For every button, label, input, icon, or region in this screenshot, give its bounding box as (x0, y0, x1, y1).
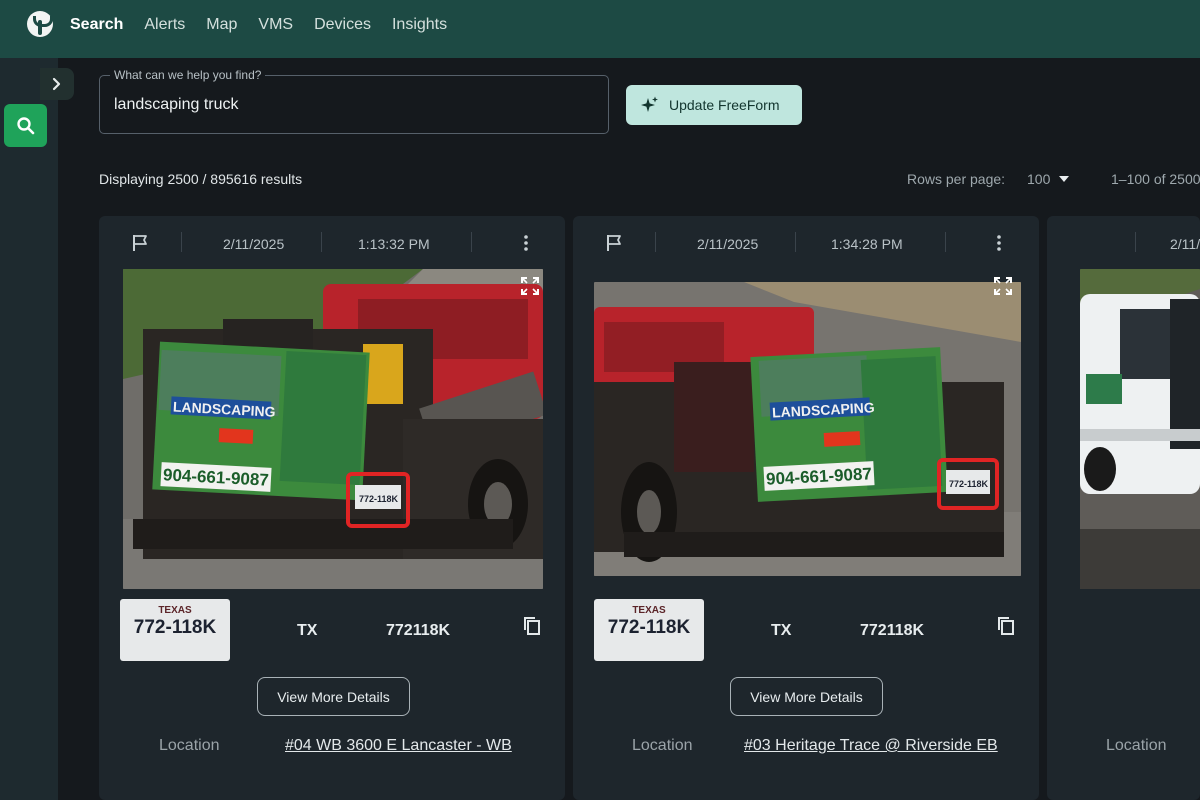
update-freeform-button[interactable]: Update FreeForm (626, 85, 802, 125)
sparkle-icon (641, 96, 658, 112)
vehicle-photo[interactable]: LANDSCAPING 904-661-9087 772-118K (123, 269, 543, 589)
sidebar-search-button[interactable] (4, 104, 47, 147)
chevron-right-icon (52, 77, 61, 91)
location-label: Location (159, 737, 220, 754)
nav-insights[interactable]: Insights (392, 16, 447, 34)
logo-icon[interactable] (27, 11, 53, 37)
fullscreen-icon[interactable] (520, 276, 540, 296)
plate-crop-image[interactable]: TEXAS 772-118K (594, 599, 704, 661)
flag-icon[interactable] (604, 234, 624, 252)
fullscreen-icon[interactable] (993, 276, 1013, 296)
search-icon (16, 116, 34, 134)
card-date: 2/11/ (1170, 236, 1200, 252)
view-more-details-button[interactable]: View More Details (730, 677, 883, 716)
vehicle-photo[interactable] (1080, 269, 1200, 589)
plate-state: TX (297, 622, 318, 639)
svg-text:772-118K: 772-118K (359, 494, 399, 504)
update-freeform-label: Update FreeForm (669, 97, 780, 113)
rows-per-page-value: 100 (1027, 171, 1051, 187)
kebab-menu-icon[interactable] (994, 234, 1004, 252)
left-sidebar (0, 58, 58, 800)
result-card: 2/11/ Location (1047, 216, 1200, 800)
plate-crop-image[interactable]: TEXAS 772-118K (120, 599, 230, 661)
result-card: 2/11/2025 1:34:28 PM LANDSCAPING 904-661… (573, 216, 1039, 800)
results-summary: Displaying 2500 / 895616 results (99, 171, 303, 187)
location-label: Location (632, 737, 693, 754)
pagination-range: 1–100 of 2500 (1111, 171, 1200, 187)
nav-search[interactable]: Search (70, 16, 123, 34)
nav-vms[interactable]: VMS (258, 16, 293, 34)
card-date: 2/11/2025 (697, 236, 759, 252)
nav-alerts[interactable]: Alerts (144, 16, 185, 34)
result-card: 2/11/2025 1:13:32 PM LANDSCAPING 904-661… (99, 216, 565, 800)
card-header: 2/11/2025 1:34:28 PM (573, 216, 1039, 268)
kebab-menu-icon[interactable] (521, 234, 531, 252)
card-time: 1:13:32 PM (358, 236, 430, 252)
rows-per-page-label: Rows per page: (907, 171, 1006, 187)
svg-text:772-118K: 772-118K (949, 479, 989, 489)
search-input-label: What can we help you find? (110, 68, 266, 82)
nav-devices[interactable]: Devices (314, 16, 371, 34)
card-header: 2/11/ (1047, 216, 1200, 268)
plate-number: 772118K (386, 622, 451, 639)
location-link[interactable]: #04 WB 3600 E Lancaster - WB (285, 737, 512, 755)
top-navigation-bar: Search Alerts Map VMS Devices Insights (0, 0, 1200, 58)
copy-icon[interactable] (523, 616, 541, 636)
card-date: 2/11/2025 (223, 236, 285, 252)
rows-per-page-select[interactable]: 100 (1027, 171, 1070, 187)
caret-down-icon (1059, 176, 1070, 182)
card-header: 2/11/2025 1:13:32 PM (99, 216, 565, 268)
view-more-details-button[interactable]: View More Details (257, 677, 410, 716)
flag-icon[interactable] (130, 234, 150, 252)
location-label: Location (1106, 737, 1167, 754)
main-nav: Search Alerts Map VMS Devices Insights (70, 0, 468, 50)
search-input-value[interactable]: landscaping truck (114, 96, 239, 114)
sidebar-expand-button[interactable] (40, 68, 74, 100)
plate-number: 772118K (860, 622, 925, 639)
card-time: 1:34:28 PM (831, 236, 903, 252)
plate-state: TX (771, 622, 792, 639)
vehicle-photo[interactable]: LANDSCAPING 904-661-9087 772-118K (594, 282, 1021, 576)
nav-map[interactable]: Map (206, 16, 237, 34)
location-link[interactable]: #03 Heritage Trace @ Riverside EB (744, 737, 998, 755)
copy-icon[interactable] (997, 616, 1015, 636)
